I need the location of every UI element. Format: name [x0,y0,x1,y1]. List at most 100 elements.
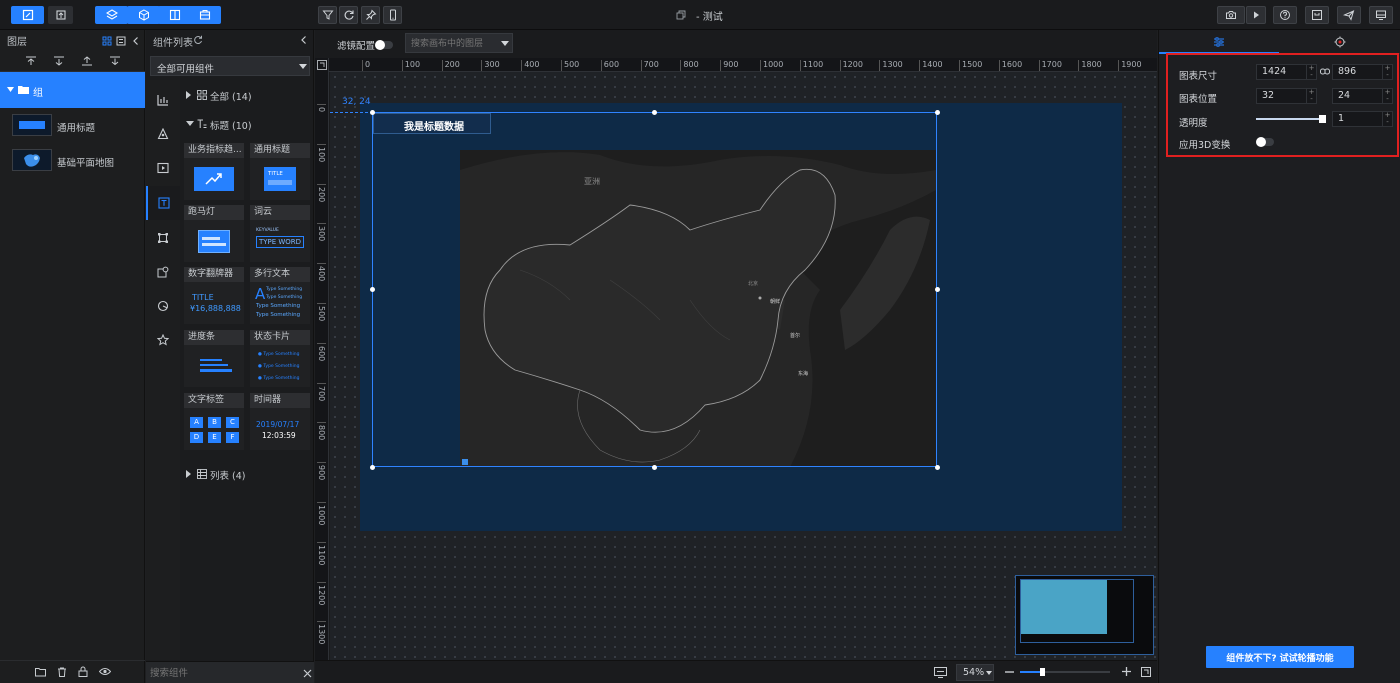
opacity-label: 透明度 [1179,118,1208,129]
interaction-icon[interactable] [157,232,169,244]
resize-handle[interactable] [652,110,657,115]
link-icon[interactable] [1320,68,1330,75]
component-card[interactable]: 业务指标趋... [184,143,244,200]
x-stepper[interactable]: + - [1306,89,1316,103]
component-card[interactable]: 跑马灯 [184,205,244,262]
component-card[interactable]: 时间器 2019/07/17 12:03:59 [250,393,310,450]
move-to-bottom-icon[interactable] [53,56,65,66]
zoom-slider-track[interactable] [1020,668,1110,676]
material-icon[interactable] [157,266,169,278]
category-text-tab[interactable] [146,186,180,220]
minimap[interactable] [1015,575,1154,655]
resize-handle[interactable] [935,465,940,470]
resize-handle[interactable] [652,465,657,470]
snapshot-button[interactable] [1217,6,1245,24]
opacity-input[interactable]: 1 + - [1332,111,1393,127]
preview-button[interactable] [1246,6,1266,24]
tab-config[interactable] [1159,30,1279,54]
refresh-icon[interactable] [193,35,203,45]
folder-icon[interactable] [35,667,46,677]
resize-handle[interactable] [370,110,375,115]
publish-button[interactable] [48,6,73,24]
x-input[interactable]: 32 + - [1256,88,1317,104]
zoom-select[interactable]: 54% [956,664,994,681]
list-view-icon[interactable] [116,36,126,46]
tab-interaction[interactable] [1279,30,1400,54]
move-down-icon[interactable] [109,56,121,66]
carousel-cta-button[interactable]: 组件放不下? 试试轮播功能 [1206,646,1354,668]
lock-icon[interactable] [78,666,88,677]
component-card[interactable]: 通用标题 TITLE [250,143,310,200]
share-button[interactable] [1305,6,1329,24]
collapse-components-icon[interactable] [299,35,309,45]
component-card[interactable]: 状态卡片 ● Type Something ● Type Something ●… [250,330,310,387]
move-to-top-icon[interactable] [25,56,37,66]
right-panel-toggle-button[interactable] [158,6,191,24]
y-input[interactable]: 24 + - [1332,88,1393,104]
opacity-slider-track[interactable] [1256,115,1326,123]
toolbox-toggle-button[interactable] [188,6,221,24]
eye-icon[interactable] [99,667,111,676]
width-input[interactable]: 1424 + - [1256,64,1317,80]
star-icon[interactable] [157,334,169,346]
refresh-button[interactable] [339,6,358,24]
component-card[interactable]: 多行文本 A Type Something Type Something Typ… [250,267,310,324]
grid-view-icon[interactable] [102,36,112,46]
y-stepper[interactable]: + - [1382,89,1392,103]
width-stepper[interactable]: + - [1306,65,1316,79]
opacity-stepper[interactable]: + - [1382,112,1392,126]
category-list[interactable]: 列表 (4) [186,467,310,483]
map-pin-icon[interactable] [157,128,169,140]
edit-button[interactable] [11,6,44,24]
selection-box[interactable] [372,112,937,467]
component-card[interactable]: 词云 KEYVALUE TYPE WORD [250,205,310,262]
component-filter-select[interactable]: 全部可用组件 [150,56,310,76]
trash-icon[interactable] [57,667,67,677]
title-thumb-text: TITLE [268,171,283,177]
component-search-input[interactable] [150,665,290,681]
resize-handle[interactable] [370,287,375,292]
ruler-tick-label: 1800 [1078,60,1102,71]
mobile-preview-button[interactable] [383,6,402,24]
opacity-slider-handle[interactable] [1319,115,1326,123]
layers-panel-title: 图层 [7,36,27,48]
close-icon[interactable] [303,669,312,678]
components-toggle-button[interactable] [127,6,160,24]
widget-icon[interactable] [157,300,169,312]
move-up-icon[interactable] [81,56,93,66]
component-card[interactable]: 数字翻牌器 TITLE ¥16,888,888 [184,267,244,324]
fullscreen-icon[interactable] [1141,667,1151,677]
zoom-in-icon[interactable] [1122,667,1131,676]
zoom-slider-handle[interactable] [1040,668,1045,676]
pin-button[interactable] [361,6,380,24]
height-stepper[interactable]: + - [1382,65,1392,79]
filter-button[interactable] [318,6,337,24]
layer-group-item[interactable]: 组 [0,72,145,108]
component-card[interactable]: 进度条 [184,330,244,387]
layer-item[interactable]: 基础平面地图 [0,145,145,177]
resize-handle[interactable] [935,287,940,292]
help-button[interactable] [1273,6,1297,24]
canvas-layer-search[interactable] [405,33,513,53]
collapse-layers-icon[interactable] [131,36,141,46]
canvas-layer-search-input[interactable] [411,36,501,50]
layer-item[interactable]: 通用标题 [0,110,145,142]
send-button[interactable] [1337,6,1361,24]
ruler-toggle-icon[interactable] [317,60,327,70]
category-title[interactable]: 标题 (10) [186,117,310,133]
resize-handle[interactable] [935,110,940,115]
filter-config-toggle[interactable] [375,40,393,50]
resize-handle[interactable] [370,465,375,470]
layer-thumbnail [12,114,52,136]
component-card[interactable]: 文字标签 A B C D E F [184,393,244,450]
media-icon[interactable] [157,162,169,174]
screen-button[interactable] [1369,6,1393,24]
category-all[interactable]: 全部 (14) [186,88,310,104]
fit-screen-icon[interactable] [934,667,947,678]
zoom-out-icon[interactable] [1005,671,1014,673]
chart-bar-icon[interactable] [157,94,169,106]
transform3d-toggle[interactable] [1256,137,1274,147]
layer-group-label: 组 [33,88,43,99]
height-input[interactable]: 896 + - [1332,64,1393,80]
layers-toggle-button[interactable] [95,6,128,24]
